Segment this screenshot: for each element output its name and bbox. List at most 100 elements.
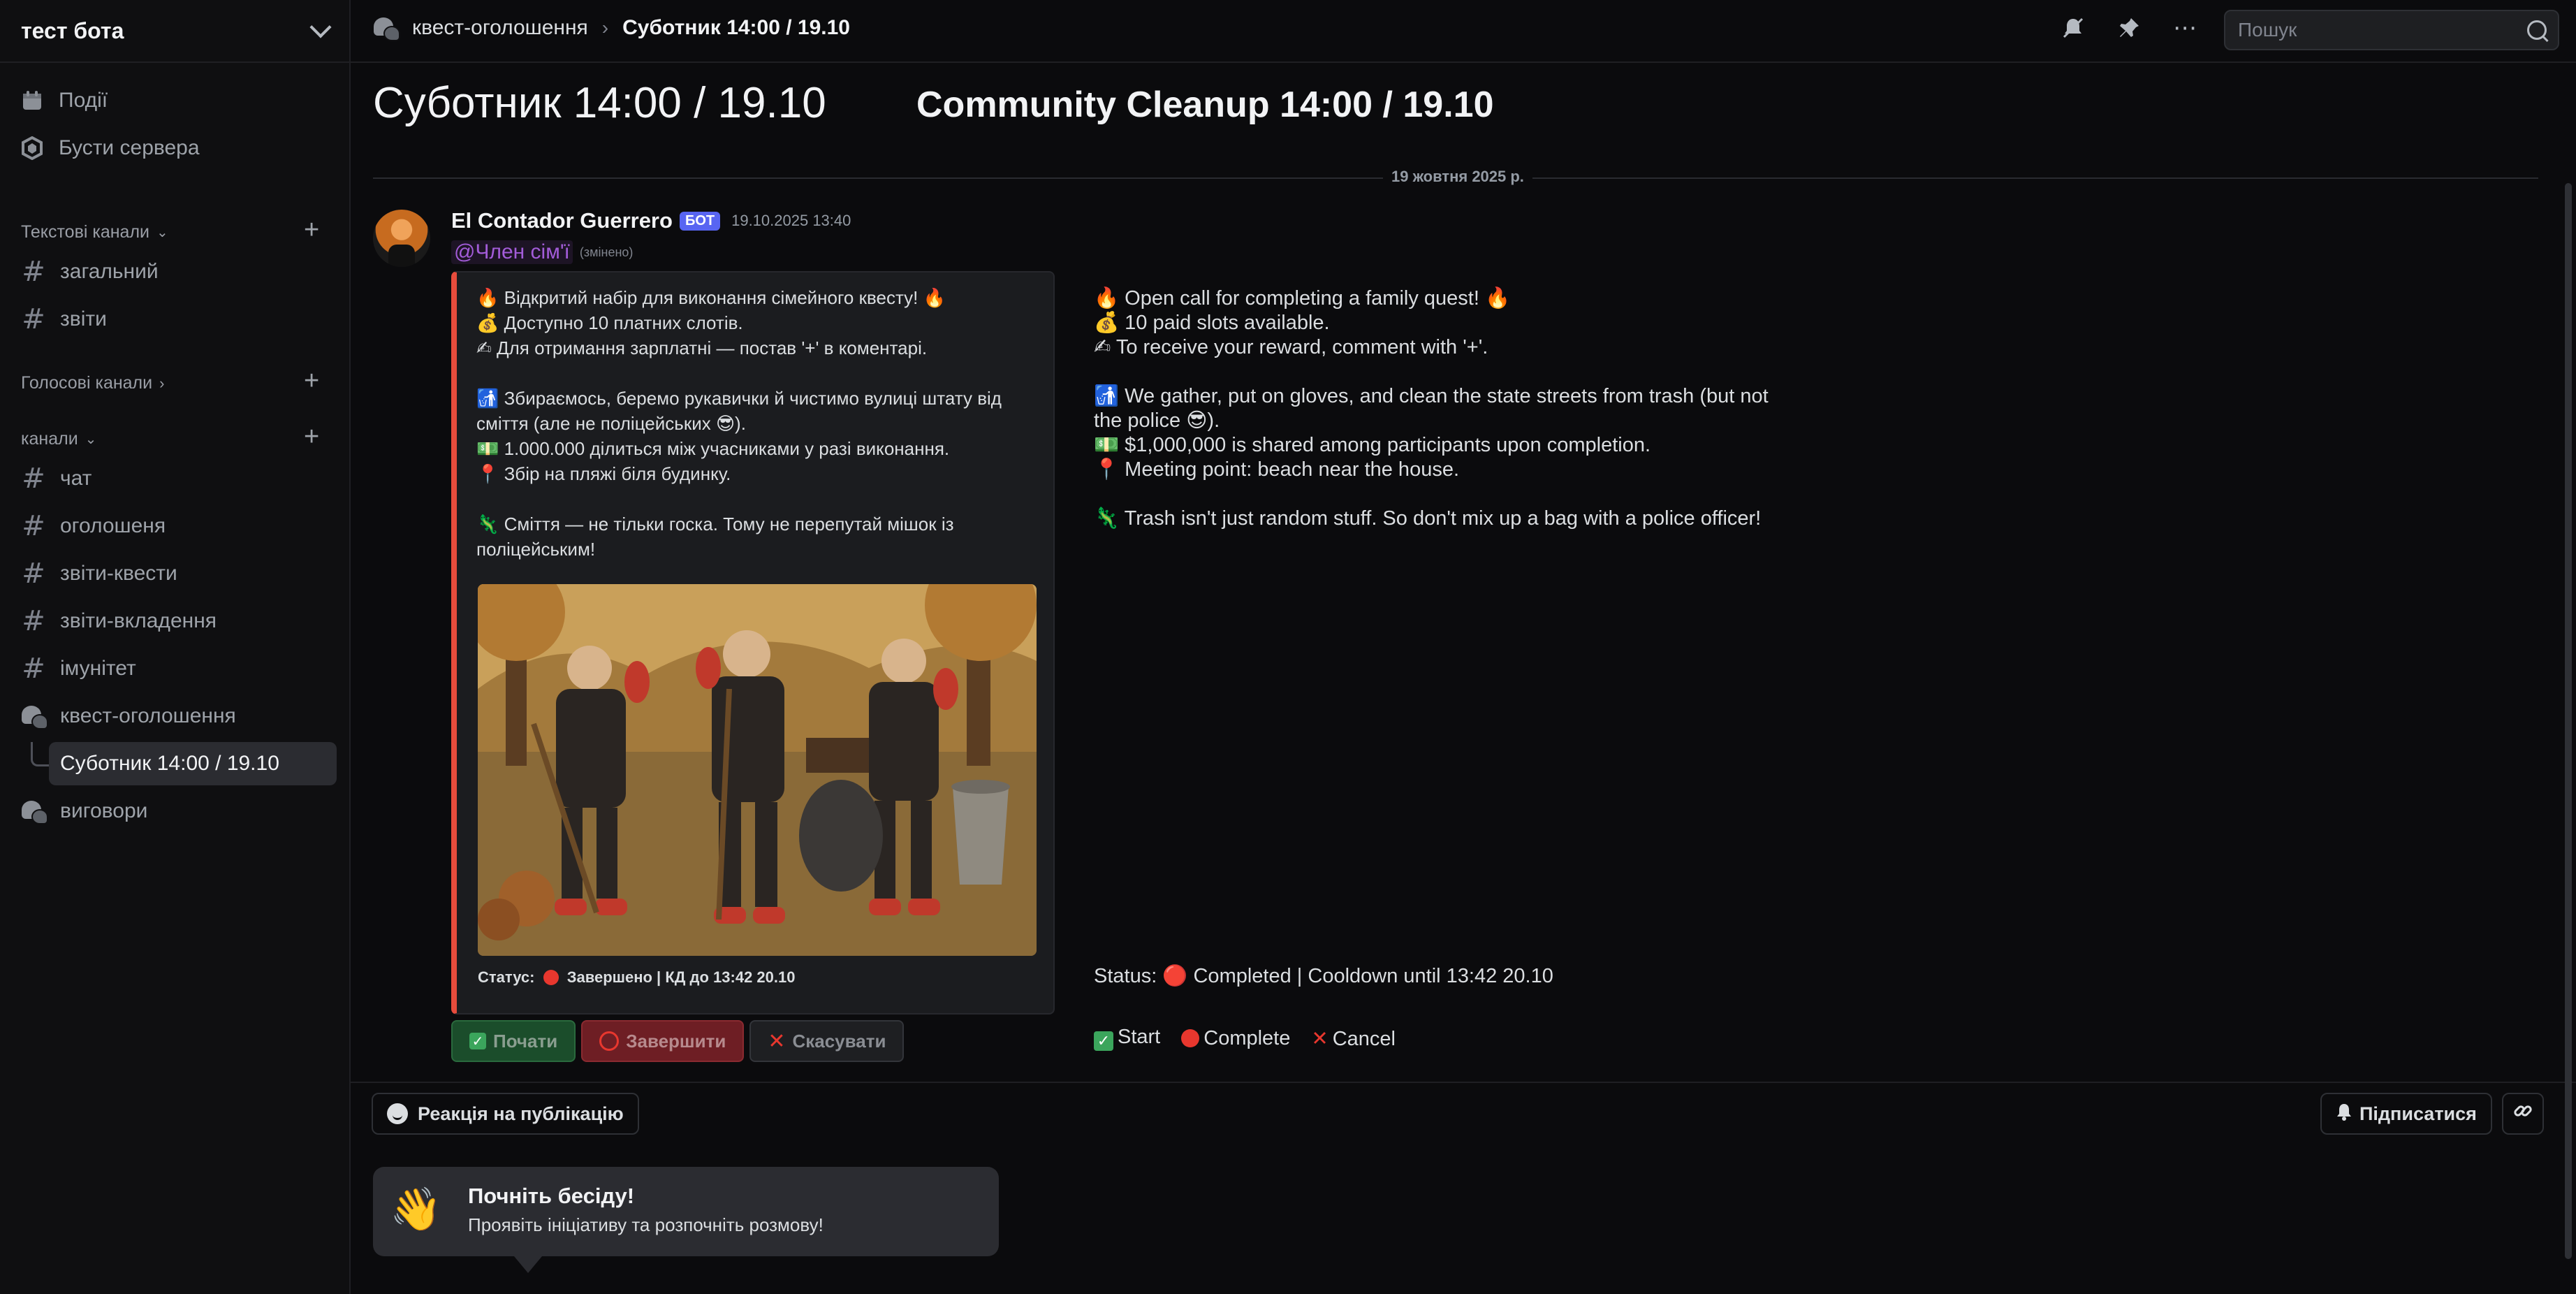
author-name[interactable]: El Contador Guerrero <box>451 208 673 233</box>
hash-icon: # <box>22 605 45 637</box>
conversation-starter[interactable]: 👋 Почніть бесіду! Проявіть ініціативу та… <box>373 1167 999 1273</box>
hash-icon: # <box>22 463 45 495</box>
page-title-translation: Community Cleanup 14:00 / 19.10 <box>916 85 1494 125</box>
starter-subtitle: Проявіть ініціативу та розпочніть розмов… <box>468 1214 824 1235</box>
add-channel-icon[interactable]: + <box>304 366 319 396</box>
category-label: канали <box>21 429 78 449</box>
channel-label: імунітет <box>60 657 136 680</box>
red-circle-icon <box>543 970 559 985</box>
link-icon <box>2512 1100 2533 1127</box>
embed-status: Статус: Завершено | КД до 13:42 20.10 <box>478 968 796 987</box>
sidebar: тест бота Події Бусти сервера Текстові к… <box>0 0 351 1294</box>
breadcrumb: квест-оголошення › Суботник 14:00 / 19.1… <box>373 15 850 41</box>
channel-label: звіти <box>60 307 107 330</box>
channel-label: звіти-вкладення <box>60 609 217 632</box>
thread-connector <box>31 742 51 766</box>
button-label: Скасувати <box>792 1030 886 1052</box>
channel-reports[interactable]: # звіти <box>20 300 335 338</box>
boost-icon <box>20 136 45 161</box>
calendar-icon <box>20 88 45 113</box>
channel-general[interactable]: # загальний <box>20 253 335 291</box>
subscribe-button[interactable]: Підписатися <box>2320 1093 2492 1135</box>
starter-title: Почніть бесіду! <box>468 1184 635 1208</box>
mute-bell-icon[interactable] <box>2058 13 2088 43</box>
forum-icon <box>20 704 48 729</box>
hash-icon: # <box>22 558 45 590</box>
app-window: тест бота Події Бусти сервера Текстові к… <box>0 0 2576 1294</box>
chevron-down-icon: ⌄ <box>85 432 97 447</box>
thread-label: Суботник 14:00 / 19.10 <box>60 752 279 775</box>
scrollbar[interactable] <box>2565 183 2572 1259</box>
complete-button[interactable]: Завершити <box>581 1020 745 1062</box>
channel-label: загальний <box>60 260 159 283</box>
page-title: Суботник 14:00 / 19.10 <box>373 79 826 127</box>
red-circle-icon <box>1181 1028 1200 1047</box>
translation-start: ✓ Start <box>1094 1026 1160 1051</box>
channel-immunity[interactable]: # імунітет <box>20 650 335 688</box>
category-voice-channels[interactable]: Голосові канали › + <box>21 366 328 395</box>
channel-label: звіти-квести <box>60 562 177 585</box>
button-label: Почати <box>493 1030 558 1052</box>
circle-icon <box>599 1031 620 1051</box>
channel-quest-announcements[interactable]: квест-оголошення <box>20 697 335 735</box>
add-channel-icon[interactable]: + <box>304 215 319 245</box>
channel-announcements[interactable]: # оголошеня <box>20 507 335 545</box>
action-buttons: ✓ Почати Завершити ✕ Скасувати <box>451 1020 905 1062</box>
chevron-down-icon: ⌄ <box>156 225 168 240</box>
wave-icon: 👋 <box>390 1186 442 1233</box>
server-header[interactable]: тест бота <box>0 0 349 63</box>
cancel-button[interactable]: ✕ Скасувати <box>749 1020 905 1062</box>
channel-quest-reports[interactable]: # звіти-квести <box>20 555 335 593</box>
check-icon: ✓ <box>1094 1031 1113 1051</box>
search-input[interactable] <box>2237 18 2527 42</box>
translation-status: Status: 🔴 Completed | Cooldown until 13:… <box>1094 965 1553 987</box>
bot-badge: БОТ <box>679 211 721 231</box>
thread-item-active[interactable]: Суботник 14:00 / 19.10 <box>49 742 337 785</box>
channel-label: виговори <box>60 799 148 822</box>
sidebar-item-boosts[interactable]: Бусти сервера <box>20 136 200 161</box>
translation-cancel: ✕ Cancel <box>1311 1027 1396 1050</box>
channel-deposit-reports[interactable]: # звіти-вкладення <box>20 602 335 640</box>
close-icon: ✕ <box>768 1029 786 1053</box>
message-embed: 🔥 Відкритий набір для виконання сімейног… <box>451 271 1055 1015</box>
add-reaction-button[interactable]: Реакція на публікацію <box>372 1093 639 1135</box>
category-text-channels[interactable]: Текстові канали ⌄ + <box>21 215 328 245</box>
button-label: Завершити <box>626 1030 726 1052</box>
breadcrumb-separator: › <box>601 17 609 38</box>
forum-icon <box>373 15 400 41</box>
role-mention[interactable]: @Член сім'ї <box>451 240 573 264</box>
mention-row: @Член сім'ї (змінено) <box>451 240 633 264</box>
category-channels[interactable]: канали ⌄ + <box>21 422 328 451</box>
hash-icon: # <box>22 256 45 288</box>
sidebar-item-events[interactable]: Події <box>20 88 108 113</box>
channel-chat[interactable]: # чат <box>20 460 335 497</box>
sidebar-item-label: Події <box>59 89 108 112</box>
translation-text: 🔥 Open call for completing a family ques… <box>1094 287 1769 530</box>
section-divider <box>351 1082 2576 1083</box>
top-bar: квест-оголошення › Суботник 14:00 / 19.1… <box>351 0 2576 63</box>
channel-label: квест-оголошення <box>60 704 236 727</box>
channel-label: оголошеня <box>60 514 166 537</box>
avatar[interactable] <box>373 210 430 267</box>
start-button[interactable]: ✓ Почати <box>451 1020 576 1062</box>
check-icon: ✓ <box>469 1033 486 1049</box>
embed-image[interactable] <box>478 584 1037 956</box>
breadcrumb-forum[interactable]: квест-оголошення <box>412 16 588 40</box>
channel-reprimands[interactable]: виговори <box>20 792 335 830</box>
add-channel-icon[interactable]: + <box>304 422 319 452</box>
category-label: Текстові канали <box>21 222 149 242</box>
search-icon <box>2527 20 2547 40</box>
search-box[interactable] <box>2224 10 2559 50</box>
category-label: Голосові канали <box>21 373 153 393</box>
close-icon: ✕ <box>1311 1027 1329 1050</box>
pin-icon[interactable] <box>2114 13 2144 43</box>
emoji-icon <box>387 1103 408 1124</box>
more-options-icon[interactable]: ⋯ <box>2169 13 2200 43</box>
channel-label: чат <box>60 467 92 490</box>
button-label: Підписатися <box>2359 1103 2477 1124</box>
edited-label: (змінено) <box>579 245 634 259</box>
copy-link-button[interactable] <box>2502 1093 2544 1135</box>
forum-icon <box>20 799 48 824</box>
toolbar-icons: ⋯ <box>2058 13 2200 43</box>
server-name: тест бота <box>21 17 124 43</box>
